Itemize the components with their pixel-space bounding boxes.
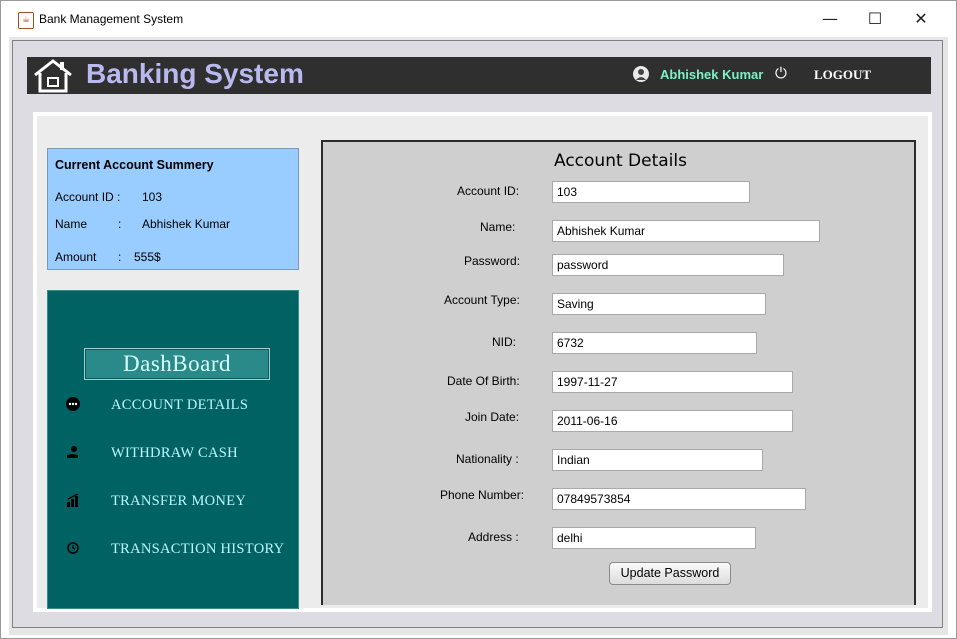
summary-name-value: Abhishek Kumar <box>142 217 231 231</box>
sidebar-item-label: ACCOUNT DETAILS <box>111 397 249 413</box>
summary-amount-value: 555$ <box>134 250 161 264</box>
account-type-field[interactable]: Saving <box>552 293 766 315</box>
sidebar-item-withdraw-cash[interactable]: WITHDRAW CASH <box>48 441 300 469</box>
java-app-icon: ☕ <box>18 12 34 29</box>
summary-account-id-value: 103 <box>142 190 163 204</box>
summary-account-id-label: Account ID : <box>55 190 121 204</box>
user-circle-icon <box>66 397 80 411</box>
transfer-chart-icon <box>66 493 80 507</box>
logout-button[interactable]: LOGOUT <box>814 67 871 83</box>
address-label: Address : <box>468 530 519 544</box>
account-id-label: Account ID: <box>457 184 520 198</box>
history-clock-icon <box>66 541 80 555</box>
content-area: Current Account Summery Account ID : 103… <box>33 112 932 612</box>
address-field[interactable]: delhi <box>552 527 756 549</box>
summary-amount-colon: : <box>118 250 122 264</box>
update-password-button[interactable]: Update Password <box>609 562 731 585</box>
summary-amount-label: Amount <box>55 250 97 264</box>
summary-name-label: Name <box>55 217 88 231</box>
nationality-label: Nationality : <box>456 452 519 466</box>
sidebar-item-transfer-money[interactable]: TRANSFER MONEY <box>48 489 300 517</box>
power-icon[interactable]: ⏻ <box>775 64 787 82</box>
date-of-birth-field[interactable]: 1997-11-27 <box>552 371 793 393</box>
cash-hand-icon <box>66 445 80 459</box>
bank-house-logo-icon <box>34 59 72 93</box>
account-summary-card: Current Account Summery Account ID : 103… <box>47 148 299 270</box>
join-date-field[interactable]: 2011-06-16 <box>552 410 793 432</box>
date-of-birth-label: Date Of Birth: <box>447 374 520 388</box>
account-id-field[interactable]: 103 <box>552 181 750 203</box>
summary-title: Current Account Summery <box>55 158 214 172</box>
maximize-button[interactable]: ☐ <box>852 1 898 37</box>
name-label: Name: <box>480 220 516 234</box>
nationality-field[interactable]: Indian <box>552 449 763 471</box>
client-area: Banking System Abhishek Kumar ⏻ LOGOUT C… <box>9 37 948 635</box>
summary-name-colon: : <box>118 217 122 231</box>
password-label: Password: <box>464 254 521 268</box>
nid-field[interactable]: 6732 <box>552 332 757 354</box>
password-field[interactable]: password <box>552 254 784 276</box>
account-details-title: Account Details <box>554 151 687 171</box>
window-title: Bank Management System <box>39 12 184 26</box>
sidebar-item-transaction-history[interactable]: TRANSACTION HISTORY <box>48 537 300 565</box>
join-date-label: Join Date: <box>465 410 520 424</box>
phone-number-field[interactable]: 07849573854 <box>552 488 806 510</box>
phone-number-label: Phone Number: <box>440 488 525 502</box>
minimize-button[interactable]: — <box>807 1 853 37</box>
title-bar: ☕ Bank Management System — ☐ ✕ <box>1 1 956 37</box>
app-window: ☕ Bank Management System — ☐ ✕ Banking S… <box>0 0 957 639</box>
app-header: Banking System Abhishek Kumar ⏻ LOGOUT <box>27 57 931 94</box>
close-button[interactable]: ✕ <box>898 1 944 37</box>
sidebar-item-account-details[interactable]: ACCOUNT DETAILS <box>48 393 300 421</box>
dashboard-button[interactable]: DashBoard <box>84 348 270 380</box>
brand-title: Banking System <box>86 58 304 89</box>
user-avatar-icon <box>633 66 649 82</box>
nid-label: NID: <box>492 335 516 349</box>
name-field[interactable]: Abhishek Kumar <box>552 220 820 242</box>
sidebar-item-label: TRANSACTION HISTORY <box>111 541 285 557</box>
sidebar-item-label: WITHDRAW CASH <box>111 445 238 461</box>
account-type-label: Account Type: <box>444 293 520 307</box>
account-details-panel: Account Details Account ID: 103 Name: Ab… <box>321 140 916 605</box>
current-user-name: Abhishek Kumar <box>660 67 764 82</box>
dashboard-sidebar: DashBoard ACCOUNT DETAILS WITHDRAW CASH <box>47 290 299 609</box>
main-panel: Banking System Abhishek Kumar ⏻ LOGOUT C… <box>12 40 943 628</box>
sidebar-item-label: TRANSFER MONEY <box>111 493 247 509</box>
